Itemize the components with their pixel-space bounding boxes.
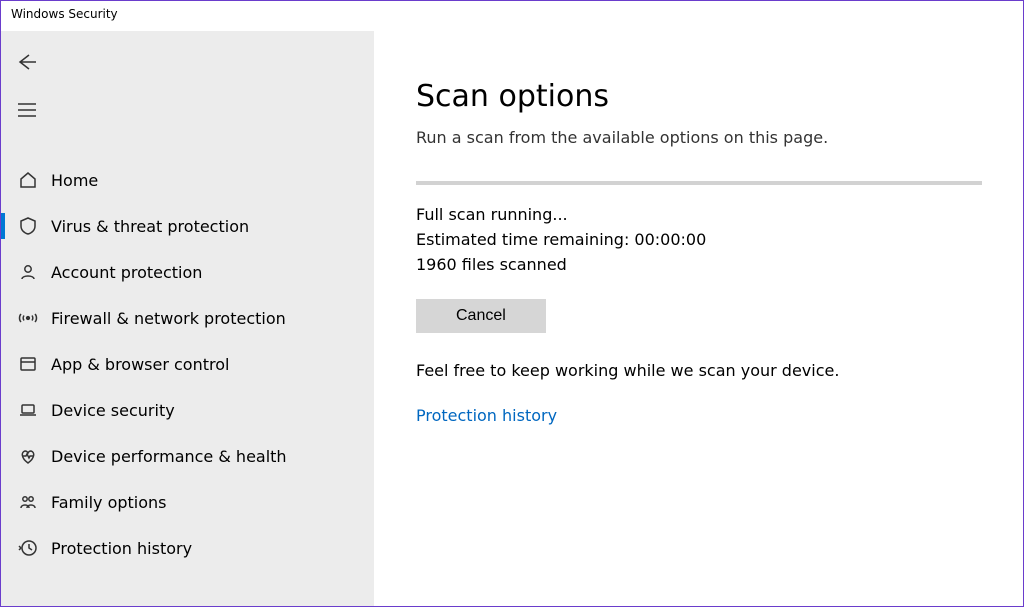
home-icon [17,169,39,191]
status-time: Estimated time remaining: 00:00:00 [416,228,983,253]
nav-label: Protection history [51,539,192,558]
window-titlebar: Windows Security [1,1,1023,31]
page-title: Scan options [416,79,983,114]
status-files: 1960 files scanned [416,253,983,278]
nav-virus-threat[interactable]: Virus & threat protection [1,203,374,249]
app-browser-icon [17,353,39,375]
hamburger-button[interactable] [17,97,53,127]
shield-icon [17,215,39,237]
nav-account[interactable]: Account protection [1,249,374,295]
nav-home[interactable]: Home [1,157,374,203]
nav-device-security[interactable]: Device security [1,387,374,433]
history-icon [17,537,39,559]
nav-firewall[interactable]: Firewall & network protection [1,295,374,341]
nav-label: Account protection [51,263,202,282]
nav-label: Device performance & health [51,447,287,466]
nav-label: Family options [51,493,167,512]
page-subtitle: Run a scan from the available options on… [416,128,983,147]
back-arrow-icon [17,53,37,75]
nav-app-browser[interactable]: App & browser control [1,341,374,387]
family-icon [17,491,39,513]
scan-progress-bar [416,181,982,185]
nav-label: App & browser control [51,355,229,374]
nav-protection-history[interactable]: Protection history [1,525,374,571]
nav-list: Home Virus & threat protection Account p… [1,157,374,571]
nav-label: Device security [51,401,175,420]
main-panel: Scan options Run a scan from the availab… [374,31,1023,606]
laptop-icon [17,399,39,421]
nav-label: Virus & threat protection [51,217,249,236]
antenna-icon [17,307,39,329]
sidebar: Home Virus & threat protection Account p… [1,31,374,606]
feel-free-text: Feel free to keep working while we scan … [416,361,983,380]
menu-icon [17,103,37,121]
heart-icon [17,445,39,467]
nav-family[interactable]: Family options [1,479,374,525]
status-running: Full scan running... [416,203,983,228]
nav-device-health[interactable]: Device performance & health [1,433,374,479]
scan-status: Full scan running... Estimated time rema… [416,203,983,277]
nav-label: Firewall & network protection [51,309,286,328]
nav-label: Home [51,171,98,190]
account-icon [17,261,39,283]
back-button[interactable] [17,49,53,79]
protection-history-link[interactable]: Protection history [416,406,983,425]
window-title: Windows Security [11,7,118,21]
files-count: 1960 [416,255,457,274]
cancel-button[interactable]: Cancel [416,299,546,333]
time-remaining: 00:00:00 [634,230,706,249]
